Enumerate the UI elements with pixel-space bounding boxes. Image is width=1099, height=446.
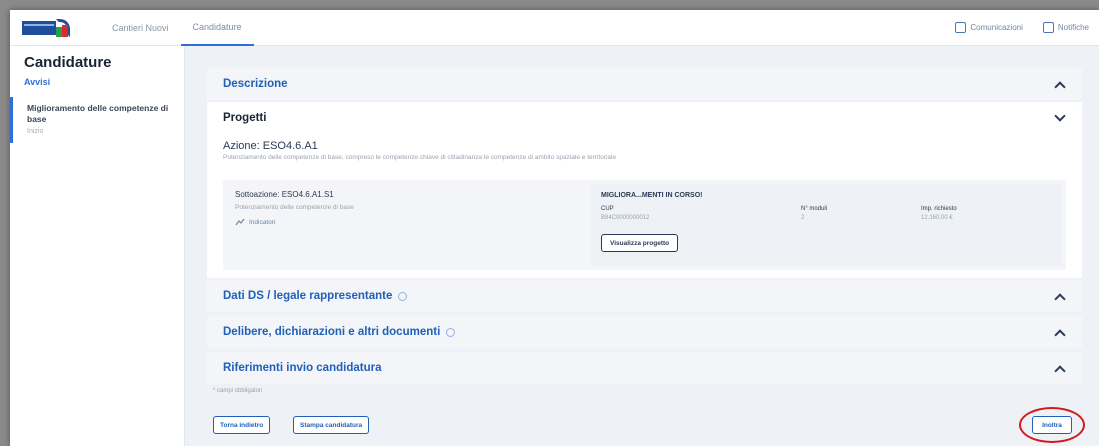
- stampa-candidatura-button[interactable]: Stampa candidatura: [293, 416, 370, 434]
- top-right-actions: Comunicazioni Notifiche: [955, 22, 1099, 33]
- comunicazioni-link[interactable]: Comunicazioni: [955, 22, 1023, 33]
- bell-icon: [1042, 22, 1054, 33]
- tab-candidature[interactable]: Candidature: [180, 10, 254, 46]
- chevron-up-icon[interactable]: [1054, 326, 1066, 341]
- sidebar: Candidature Avvisi Miglioramento delle c…: [10, 46, 185, 446]
- tab-cantieri-nuovi[interactable]: Cantieri Nuovi: [100, 10, 181, 46]
- section-riferimenti[interactable]: Riferimenti invio candidatura: [207, 352, 1082, 384]
- app-window: Cantieri Nuovi Candidature Comunicazioni…: [10, 10, 1099, 446]
- info-icon[interactable]: [446, 327, 456, 337]
- ministry-logo: [22, 17, 72, 39]
- importo-value: 12.160,00 €: [921, 215, 953, 221]
- section-title: Dati DS / legale rappresentante: [223, 290, 393, 302]
- importo-label: Imp. richiesto: [921, 206, 957, 212]
- sidebar-item-label: Miglioramento delle competenze di base: [27, 103, 169, 124]
- chevron-down-icon[interactable]: [1054, 109, 1066, 124]
- main-content: Descrizione Progetti Azione: ESO4.6.A1 P…: [185, 46, 1099, 446]
- moduli-value: 2: [801, 215, 805, 221]
- azione-description: Potenziamento delle competenze di base, …: [223, 154, 617, 161]
- chat-icon: [955, 22, 967, 33]
- cup-value: B84C0000000012: [601, 215, 650, 221]
- sidebar-item-miglioramento[interactable]: Miglioramento delle competenze di base I…: [10, 97, 184, 143]
- visualizza-progetto-button[interactable]: Visualizza progetto: [601, 234, 679, 252]
- section-progetti: Progetti Azione: ESO4.6.A1 Potenziamento…: [207, 102, 1082, 278]
- sottoazione-title: Sottoazione: ESO4.6.A1.S1: [235, 190, 334, 199]
- chevron-up-icon[interactable]: [1054, 78, 1066, 93]
- section-dati-ds[interactable]: Dati DS / legale rappresentante: [207, 280, 1082, 312]
- section-title: Progetti: [223, 112, 267, 124]
- highlight-circle: [1019, 407, 1085, 443]
- chart-icon: [235, 218, 245, 226]
- top-navigation-bar: Cantieri Nuovi Candidature Comunicazioni…: [10, 10, 1099, 46]
- cup-label: CUP: [601, 206, 614, 212]
- section-title: Riferimenti invio candidatura: [223, 362, 382, 374]
- sottoazione-box: Sottoazione: ESO4.6.A1.S1 Potenziamento …: [223, 180, 1066, 270]
- section-descrizione[interactable]: Descrizione: [207, 68, 1082, 100]
- sidebar-section-avvisi[interactable]: Avvisi: [10, 77, 184, 97]
- torna-indietro-button[interactable]: Torna indietro: [213, 416, 271, 434]
- project-title: MIGLIORA...MENTI IN CORSO!: [601, 192, 703, 199]
- sidebar-item-sublabel: Inizio: [27, 128, 44, 135]
- project-card: MIGLIORA...MENTI IN CORSO! CUP B84C00000…: [591, 184, 1061, 266]
- section-title: Descrizione: [223, 78, 288, 90]
- indicatori-link[interactable]: Indicatori: [235, 218, 275, 226]
- chevron-up-icon[interactable]: [1054, 362, 1066, 377]
- info-icon[interactable]: [398, 291, 408, 301]
- sidebar-title: Candidature: [24, 54, 112, 71]
- chevron-up-icon[interactable]: [1054, 290, 1066, 305]
- azione-title: Azione: ESO4.6.A1: [223, 140, 318, 152]
- section-delibere[interactable]: Delibere, dichiarazioni e altri document…: [207, 316, 1082, 348]
- section-title: Delibere, dichiarazioni e altri document…: [223, 326, 441, 338]
- progetti-header[interactable]: Progetti: [207, 102, 1082, 134]
- required-fields-note: * campi obbligatori: [213, 388, 263, 394]
- notifiche-link[interactable]: Notifiche: [1042, 22, 1089, 33]
- moduli-label: N° moduli: [801, 206, 828, 212]
- sottoazione-description: Potenziamento delle competenze di base: [235, 204, 354, 211]
